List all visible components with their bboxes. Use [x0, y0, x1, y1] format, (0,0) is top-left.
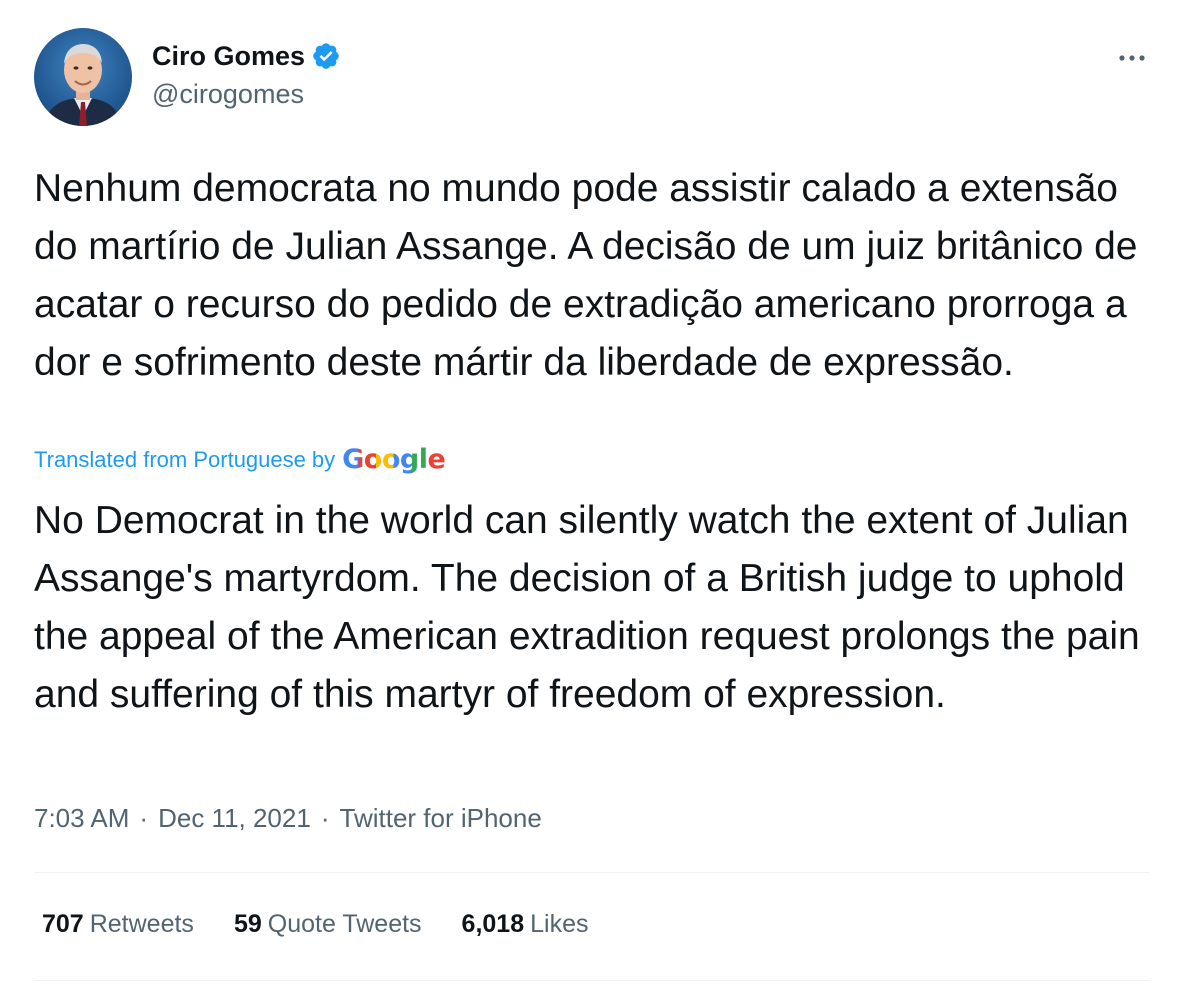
likes-stat[interactable]: 6,018 Likes [462, 910, 589, 939]
quote-tweets-stat[interactable]: 59 Quote Tweets [234, 910, 422, 939]
google-logo: Google [342, 444, 446, 475]
tweet-stats: 707 Retweets 59 Quote Tweets 6,018 Likes [42, 910, 628, 939]
retweets-stat[interactable]: 707 Retweets [42, 910, 194, 939]
likes-count: 6,018 [461, 910, 525, 938]
google-logo-text: Google [342, 444, 446, 475]
retweets-count: 707 [42, 910, 84, 938]
translation-attribution[interactable]: Translated from Portuguese by Google [34, 444, 446, 475]
translation-by: by [311, 446, 336, 472]
tweet-header: Ciro Gomes @cirogomes [34, 28, 1150, 128]
likes-label: Likes [530, 910, 589, 938]
tweet-text: Nenhum democrata no mundo pode assistir … [34, 167, 1138, 384]
user-handle[interactable]: @cirogomes [152, 79, 341, 110]
retweets-label: Retweets [89, 910, 194, 938]
display-name[interactable]: Ciro Gomes [152, 41, 305, 72]
tweet-time[interactable]: 7:03 AM [34, 803, 129, 834]
meta-separator: · [139, 803, 149, 833]
avatar[interactable] [34, 28, 132, 126]
quote-tweets-label: Quote Tweets [267, 910, 422, 938]
verified-badge-icon [311, 41, 341, 71]
divider [34, 872, 1150, 873]
more-icon[interactable] [1114, 46, 1150, 70]
tweet-source[interactable]: Twitter for iPhone [340, 803, 542, 834]
avatar-image [34, 28, 132, 126]
quote-tweets-count: 59 [233, 910, 262, 938]
tweet-meta: 7:03 AM · Dec 11, 2021 · Twitter for iPh… [34, 803, 542, 834]
display-name-row: Ciro Gomes [152, 38, 341, 74]
translation-label: Translated from Portuguese [34, 446, 306, 472]
divider [34, 980, 1150, 981]
tweet-date[interactable]: Dec 11, 2021 [158, 803, 311, 834]
author-info: Ciro Gomes @cirogomes [152, 38, 341, 110]
translated-text: No Democrat in the world can silently wa… [34, 499, 1140, 716]
meta-separator: · [320, 803, 330, 833]
